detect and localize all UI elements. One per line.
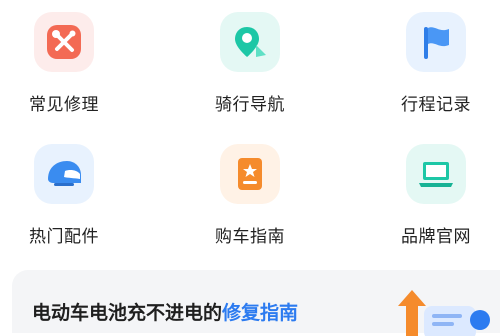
grid-item-label: 骑行导航 [215,95,285,115]
flag-icon [406,12,466,72]
wrench-screwdriver-icon [34,12,94,72]
grid-item-official-site[interactable]: 品牌官网 [376,144,496,264]
banner-text: 电动车电池充不进电的 [32,302,223,324]
grid-item-navigation[interactable]: 骑行导航 [190,12,310,132]
guide-book-icon [220,144,280,204]
banner-highlight: 修复指南 [222,302,299,324]
grid-item-repair[interactable]: 常见修理 [4,12,124,132]
laptop-icon [406,144,466,204]
arrow-document-icon [398,290,490,336]
grid-item-label: 热门配件 [29,227,99,247]
banner-title: 电动车电池充不进电的修复指南 [32,298,298,325]
grid-item-trip-log[interactable]: 行程记录 [376,12,496,132]
grid-item-label: 购车指南 [215,227,285,247]
grid-item-label: 常见修理 [29,95,99,115]
grid-item-label: 品牌官网 [401,227,471,247]
battery-repair-guide-banner[interactable]: 电动车电池充不进电的修复指南 [12,270,500,336]
map-pin-icon [220,12,280,72]
helmet-icon [34,144,94,204]
grid-item-accessories[interactable]: 热门配件 [4,144,124,264]
grid-item-label: 行程记录 [401,95,471,115]
grid-item-buying-guide[interactable]: 购车指南 [190,144,310,264]
